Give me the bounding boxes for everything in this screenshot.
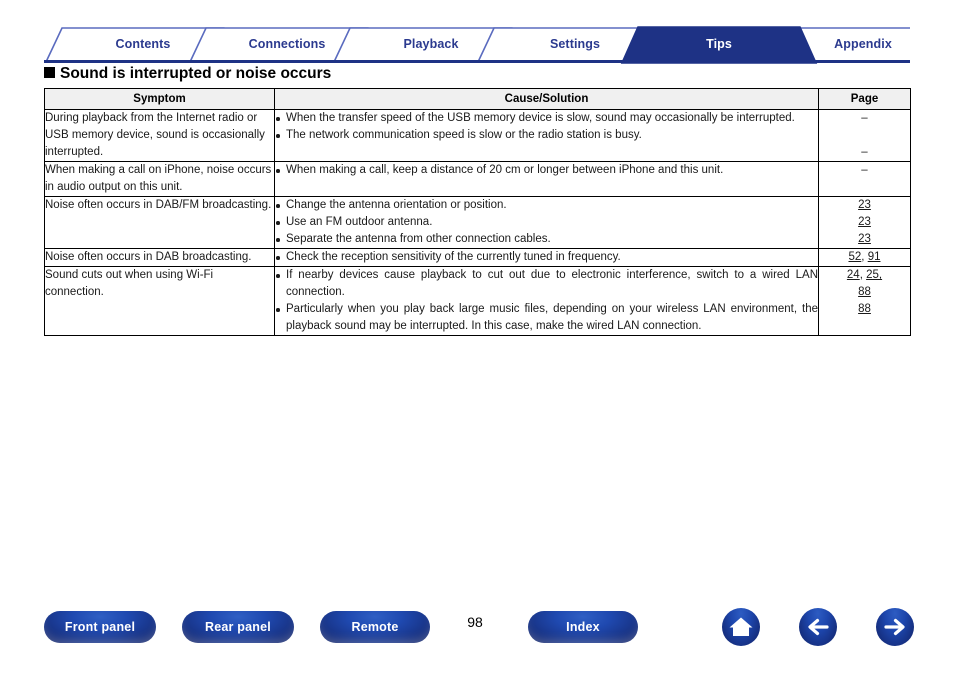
page-link[interactable]: 23 <box>858 233 871 245</box>
column-header-cause: Cause/Solution <box>274 88 819 110</box>
forward-button[interactable] <box>876 608 914 646</box>
page-link[interactable]: 24 <box>847 269 860 281</box>
tab-appendix[interactable]: Appendix <box>766 24 954 62</box>
cell-symptom: During playback from the Internet radio … <box>44 109 275 162</box>
page-link[interactable]: 88 <box>858 286 871 298</box>
cell-cause: Check the reception sensitivity of the c… <box>274 248 819 267</box>
page-link[interactable]: 52 <box>849 251 862 263</box>
page-link[interactable]: 91 <box>868 251 881 263</box>
page-dash: – <box>861 164 868 176</box>
column-header-page: Page <box>818 88 911 110</box>
home-button[interactable] <box>722 608 760 646</box>
troubleshooting-table: Symptom Cause/Solution Page During playb… <box>44 88 911 336</box>
cell-cause: When making a call, keep a distance of 2… <box>274 161 819 197</box>
cause-item: Particularly when you play back large mu… <box>275 301 818 335</box>
page-dash: – <box>861 112 868 124</box>
cell-cause: If nearby devices cause playback to cut … <box>274 266 819 336</box>
table-header-row: Symptom Cause/Solution Page <box>44 88 911 110</box>
page-dash: – <box>861 146 868 158</box>
column-header-symptom: Symptom <box>44 88 275 110</box>
cause-item: Use an FM outdoor antenna. <box>275 214 818 231</box>
page-title: Sound is interrupted or noise occurs <box>44 65 331 83</box>
cell-symptom: Noise often occurs in DAB/FM broadcastin… <box>44 196 275 249</box>
troubleshooting-table-wrap: Symptom Cause/Solution Page During playb… <box>44 88 911 336</box>
bullet-square-icon <box>44 67 55 78</box>
table-row: Noise often occurs in DAB broadcasting. … <box>44 248 911 267</box>
rear-panel-button[interactable]: Rear panel <box>182 611 294 643</box>
cause-item: Check the reception sensitivity of the c… <box>275 249 818 266</box>
page-root: Contents Connections Playback Settings T… <box>0 0 954 673</box>
table-row: During playback from the Internet radio … <box>44 109 911 162</box>
cell-page: 52, 91 <box>818 248 911 267</box>
tab-underline <box>44 60 910 63</box>
page-title-text: Sound is interrupted or noise occurs <box>60 65 332 82</box>
page-link[interactable]: 23 <box>858 199 871 211</box>
table-row: Sound cuts out when using Wi-Fi connecti… <box>44 266 911 336</box>
page-number: 98 <box>467 614 483 630</box>
table-row: When making a call on iPhone, noise occu… <box>44 161 911 197</box>
arrow-right-icon <box>884 618 905 636</box>
page-link[interactable]: 88 <box>858 303 871 315</box>
cell-cause: When the transfer speed of the USB memor… <box>274 109 819 162</box>
page-link[interactable]: 23 <box>858 216 871 228</box>
home-icon <box>729 617 753 636</box>
table-row: Noise often occurs in DAB/FM broadcastin… <box>44 196 911 249</box>
cause-item: The network communication speed is slow … <box>275 127 818 144</box>
cause-list: If nearby devices cause playback to cut … <box>275 267 818 335</box>
cell-page: – – <box>818 109 911 162</box>
cause-list: When making a call, keep a distance of 2… <box>275 162 818 179</box>
cause-item: When the transfer speed of the USB memor… <box>275 110 818 127</box>
cause-list: When the transfer speed of the USB memor… <box>275 110 818 144</box>
cause-item: Change the antenna orientation or positi… <box>275 197 818 214</box>
cell-symptom: Sound cuts out when using Wi-Fi connecti… <box>44 266 275 336</box>
back-button[interactable] <box>799 608 837 646</box>
cause-item: Separate the antenna from other connecti… <box>275 231 818 248</box>
cell-page: – <box>818 161 911 197</box>
cell-symptom: When making a call on iPhone, noise occu… <box>44 161 275 197</box>
arrow-left-icon <box>808 618 829 636</box>
cell-symptom: Noise often occurs in DAB broadcasting. <box>44 248 275 267</box>
cause-item: When making a call, keep a distance of 2… <box>275 162 818 179</box>
cell-page: 24, 25, 88 88 <box>818 266 911 336</box>
remote-button[interactable]: Remote <box>320 611 430 643</box>
cause-list: Check the reception sensitivity of the c… <box>275 249 818 266</box>
cell-page: 23 23 23 <box>818 196 911 249</box>
tab-bar: Contents Connections Playback Settings T… <box>44 24 910 64</box>
index-button[interactable]: Index <box>528 611 638 643</box>
cause-item: If nearby devices cause playback to cut … <box>275 267 818 301</box>
cell-cause: Change the antenna orientation or positi… <box>274 196 819 249</box>
cause-list: Change the antenna orientation or positi… <box>275 197 818 248</box>
front-panel-button[interactable]: Front panel <box>44 611 156 643</box>
page-link[interactable]: 25, <box>866 269 882 281</box>
